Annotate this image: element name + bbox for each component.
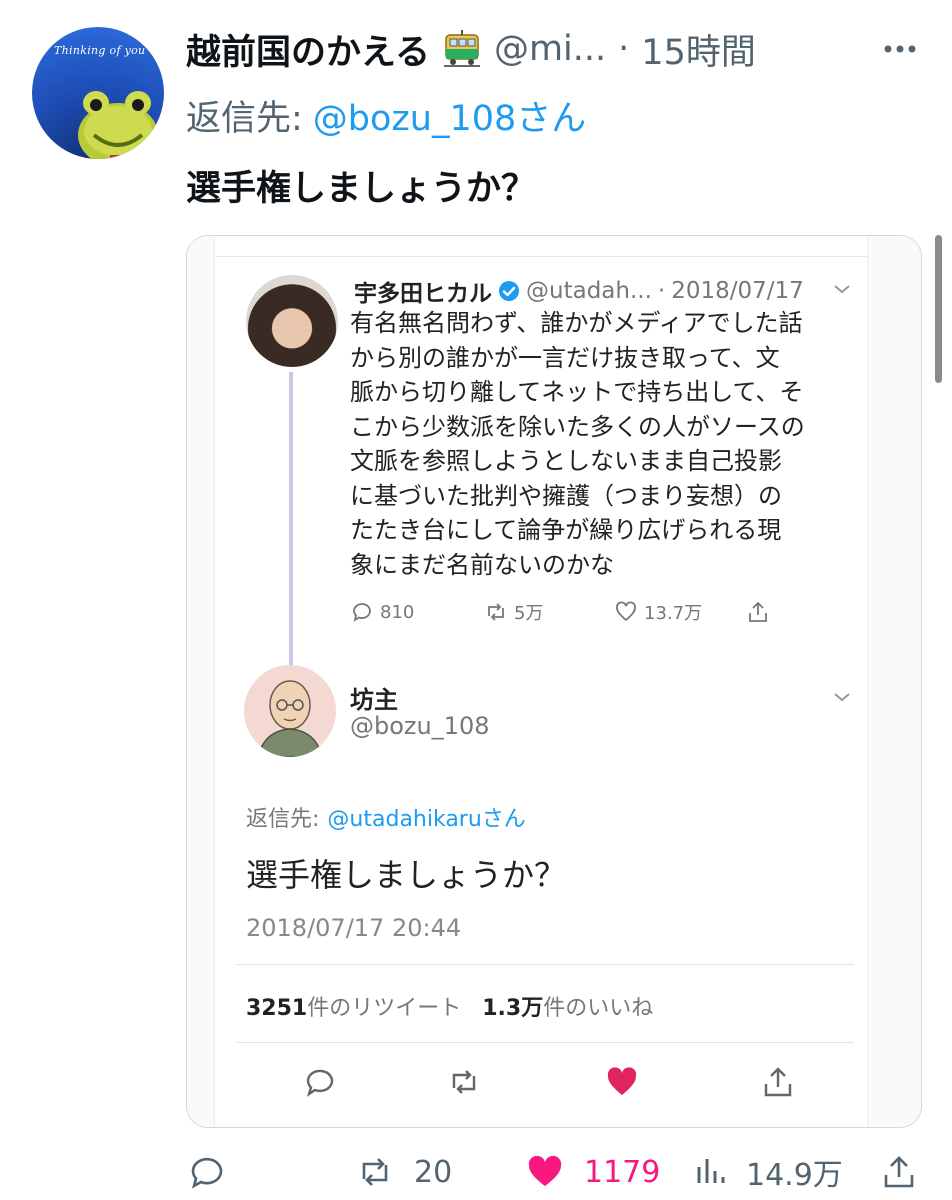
tweet-header: 越前国のかえる @mi... · 15時間 <box>186 24 756 75</box>
tweet-text: 選手権しましょうか？ <box>186 169 537 209</box>
text-line: 文脈を参照しようとしないまま自己投影 <box>350 447 782 475</box>
text-line: こから少数派を除いた多くの人がソースの <box>350 412 805 441</box>
header-separator: · <box>618 29 630 69</box>
reply-context: 返信先: @bozu_108さん <box>186 90 586 141</box>
frog-plush-image <box>78 91 158 159</box>
original-date: 2018/07/17 <box>671 278 804 304</box>
original-separator: · <box>657 278 666 304</box>
original-tweet-text: 有名無名問わず、誰かがメディアでした話 から別の誰かが一言だけ抜き取って、文 脈… <box>350 306 855 582</box>
image-top-rule <box>217 256 867 257</box>
divider <box>236 1042 854 1043</box>
embedded-reply-user: @utadahikaruさん <box>327 807 526 832</box>
retweet-button[interactable]: 20 <box>356 1150 452 1194</box>
more-options-icon[interactable] <box>880 34 920 64</box>
image-right-margin <box>867 236 921 1127</box>
thread-line <box>289 372 293 666</box>
embedded-reply-text: 選手権しましょうか？ <box>246 856 567 894</box>
share-icon <box>764 1067 792 1097</box>
reply-icon <box>306 1069 334 1097</box>
text-line: から別の誰かが一言だけ抜き取って、文 <box>350 343 780 372</box>
original-reply-count: 810 <box>380 601 415 623</box>
embedded-reply-datetime: 2018/07/17 20:44 <box>246 914 462 942</box>
views-count: 14.9万 <box>746 1158 843 1193</box>
avatar-caption: Thinking of you <box>54 44 146 57</box>
retweet-icon <box>452 1070 476 1094</box>
tweet-time[interactable]: 15時間 <box>641 24 756 75</box>
like-button[interactable]: 1179 <box>526 1150 660 1194</box>
reply-author-name: 坊主 <box>350 686 398 714</box>
author-handle[interactable]: @mi... <box>494 29 606 69</box>
share-icon <box>749 601 767 622</box>
original-like-action: 13.7万 <box>614 598 702 626</box>
verified-badge-icon <box>499 281 519 301</box>
chevron-down-icon <box>834 693 850 702</box>
views-chart-icon <box>697 1159 725 1183</box>
retweet-icon <box>362 1158 388 1186</box>
share-button[interactable] <box>880 1150 918 1194</box>
chevron-down-icon <box>834 285 850 294</box>
divider <box>236 964 854 965</box>
scrollbar[interactable] <box>935 235 942 383</box>
embedded-reply-label: 返信先: <box>246 807 320 832</box>
image-left-margin <box>187 236 215 1127</box>
reply-label: 返信先: <box>186 99 303 139</box>
text-line: 脈から切り離してネットで持ち出して、そ <box>350 378 804 406</box>
author-avatar[interactable]: Thinking of you <box>32 27 164 159</box>
retweet-total: 3251 <box>246 996 308 1021</box>
share-icon <box>884 1156 914 1188</box>
bozu-avatar <box>244 665 336 757</box>
monk-illustration <box>257 680 323 757</box>
original-like-count: 13.7万 <box>644 603 703 624</box>
reply-user-link[interactable]: @bozu_108さん <box>313 99 587 139</box>
utada-avatar <box>246 275 338 367</box>
original-retweet-action: 5万 <box>484 598 543 626</box>
embedded-reply-context: 返信先: @utadahikaruさん <box>246 801 526 833</box>
text-line: 象にまだ名前ないのかな <box>350 550 614 579</box>
reply-icon <box>191 1157 223 1189</box>
retweet-icon <box>488 603 504 621</box>
original-retweet-count: 5万 <box>514 603 544 624</box>
like-total: 1.3万 <box>482 996 544 1021</box>
heart-filled-icon <box>528 1155 562 1186</box>
like-total-label: 件のいいね <box>543 996 654 1021</box>
retweet-total-label: 件のリツイート <box>307 996 462 1021</box>
heart-icon <box>616 601 636 622</box>
original-share-action <box>746 598 770 626</box>
reply-author-handle: @bozu_108 <box>350 712 490 740</box>
like-count: 1179 <box>584 1154 661 1190</box>
original-tweet-header: 宇多田ヒカル @utadah... · 2018/07/17 <box>354 274 804 308</box>
original-author-handle: @utadah... <box>526 278 652 304</box>
text-line: たたき台にして論争が繰り広げられる現 <box>350 516 782 544</box>
reply-icon <box>353 603 371 622</box>
reply-button[interactable] <box>188 1150 246 1194</box>
original-reply-action: 810 <box>350 598 414 626</box>
views-button[interactable]: 14.9万 <box>692 1150 843 1194</box>
author-name[interactable]: 越前国のかえる <box>186 24 430 75</box>
tram-emoji-icon <box>443 30 480 67</box>
text-line: 有名無名問わず、誰かがメディアでした話 <box>350 309 803 337</box>
embedded-stats: 3251件のリツイート 1.3万件のいいね <box>246 990 653 1022</box>
original-author-name: 宇多田ヒカル <box>354 281 492 307</box>
heart-filled-icon <box>607 1067 637 1095</box>
retweet-count: 20 <box>414 1154 453 1190</box>
text-line: に基づいた批判や擁護（つまり妄想）の <box>350 481 782 510</box>
